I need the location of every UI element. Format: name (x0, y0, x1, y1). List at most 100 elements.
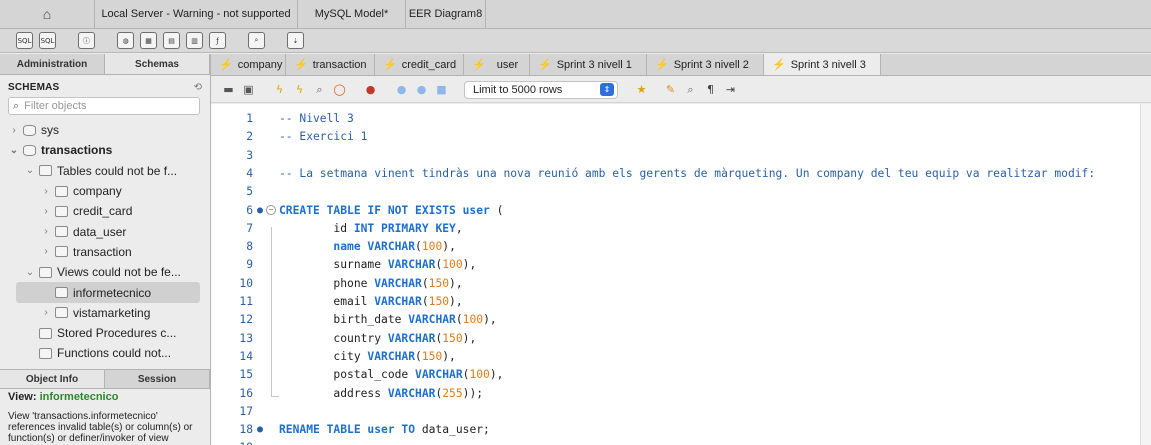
create-table-icon[interactable]: ▦ (140, 32, 157, 49)
lightning-icon: ⚡ (294, 59, 308, 71)
tree-node-views[interactable]: ⌄ Views could not be fe... (0, 262, 210, 282)
chevron-down-icon[interactable]: ⌄ (24, 267, 36, 278)
tree-node-transaction[interactable]: › transaction (0, 242, 210, 262)
create-schema-icon[interactable]: ◍ (117, 32, 134, 49)
chevron-right-icon[interactable]: › (40, 186, 52, 197)
chevron-right-icon[interactable]: › (40, 246, 52, 257)
search-table-data-icon[interactable]: ⌕ (248, 32, 265, 49)
code-line[interactable]: 1 -- Nivell 3 (211, 109, 1140, 128)
doctab-eer-diagram[interactable]: EER Diagram8 (406, 0, 486, 28)
tree-node-credit-card[interactable]: › credit_card (0, 201, 210, 221)
home-tab[interactable]: ⌂ (0, 0, 95, 28)
code-line[interactable]: 15 postal_code VARCHAR(100), (211, 365, 1140, 384)
tree-node-informetecnico[interactable]: informetecnico (16, 282, 200, 303)
code-line[interactable]: 10 phone VARCHAR(150), (211, 274, 1140, 293)
beautify-icon[interactable]: ✎ (663, 82, 678, 97)
object-info-tabs: Object Info Session (0, 369, 210, 389)
code-line[interactable]: 14 city VARCHAR(150), (211, 347, 1140, 366)
chevron-right-icon[interactable]: › (40, 206, 52, 217)
autocommit-icon[interactable]: ■ (434, 82, 449, 97)
tree-node-stored-procedures[interactable]: Stored Procedures c... (0, 323, 210, 343)
query-tab-sprint3-nivell2[interactable]: ⚡ Sprint 3 nivell 2 (647, 54, 764, 75)
toggle-error-stop-icon[interactable]: ● (363, 82, 378, 97)
doctab-mysql-model[interactable]: MySQL Model* (298, 0, 406, 28)
code-line[interactable]: 2 -- Exercici 1 (211, 127, 1140, 146)
editor-scrollbar[interactable] (1140, 104, 1151, 445)
code-text: name VARCHAR(100), (333, 240, 456, 254)
chevron-down-icon[interactable]: ⌄ (8, 145, 20, 156)
tree-node-functions[interactable]: Functions could not... (0, 343, 210, 362)
query-tab-user[interactable]: ⚡ user (464, 54, 530, 75)
create-function-icon[interactable]: ƒ (209, 32, 226, 49)
reconnect-icon[interactable]: ⇣ (287, 32, 304, 49)
query-tab-company[interactable]: ⚡ company (211, 54, 286, 75)
tree-node-vistamarketing[interactable]: › vistamarketing (0, 303, 210, 323)
tab-schemas[interactable]: Schemas (105, 54, 210, 74)
code-line[interactable]: 4 -- La setmana vinent tindràs una nova r… (211, 164, 1140, 183)
code-line[interactable]: 5 (211, 182, 1140, 201)
database-icon (23, 124, 36, 136)
stop-icon[interactable]: ◯ (332, 82, 347, 97)
query-tab-sprint3-nivell1[interactable]: ⚡ Sprint 3 nivell 1 (530, 54, 647, 75)
execute-icon[interactable]: ϟ (272, 82, 287, 97)
query-tab-credit-card[interactable]: ⚡ credit_card (375, 54, 464, 75)
refresh-schemas-icon[interactable]: ⟲ (194, 82, 202, 93)
find-icon[interactable]: ⌕ (683, 82, 698, 97)
tree-node-sys[interactable]: › sys (0, 120, 210, 140)
code-line[interactable]: 3 (211, 146, 1140, 165)
view-label: View: (8, 391, 37, 403)
code-line[interactable]: 19 (211, 438, 1140, 445)
chevron-right-icon[interactable]: › (40, 307, 52, 318)
view-icon (55, 307, 68, 319)
schemas-title: SCHEMAS (8, 81, 60, 93)
code-line[interactable]: 8 name VARCHAR(100), (211, 237, 1140, 256)
code-line[interactable]: 16 address VARCHAR(255)); (211, 384, 1140, 403)
explain-icon[interactable]: ⌕ (312, 82, 327, 97)
open-folder-icon[interactable]: ▬ (221, 82, 236, 97)
chevron-right-icon[interactable]: › (8, 125, 20, 136)
line-number: 12 (239, 313, 253, 327)
doctab-local-server[interactable]: Local Server - Warning - not supported (95, 0, 298, 28)
lightning-icon: ⚡ (383, 59, 397, 71)
chevron-right-icon[interactable]: › (40, 226, 52, 237)
query-tab-transaction[interactable]: ⚡ transaction (286, 54, 375, 75)
tab-object-info[interactable]: Object Info (0, 370, 105, 388)
lightning-icon: ⚡ (655, 59, 669, 71)
tree-node-data-user[interactable]: › data_user (0, 221, 210, 241)
tree-node-company[interactable]: › company (0, 181, 210, 201)
fold-toggle-icon[interactable]: − (266, 204, 276, 215)
filter-objects-input[interactable]: ⌕ Filter objects (8, 97, 200, 115)
chevron-down-icon[interactable]: ⌄ (24, 165, 36, 176)
add-snippet-icon[interactable]: ★ (634, 82, 649, 97)
execute-current-statement-icon[interactable]: ϟ (292, 82, 307, 97)
code-text: -- Nivell 3 (279, 112, 354, 125)
sql-editor[interactable]: 1 -- Nivell 3 2 -- Exercici 1 3 4 -- La setman… (211, 104, 1140, 445)
limit-rows-select[interactable]: Limit to 5000 rows ⇕ (464, 80, 618, 99)
database-icon (23, 144, 36, 156)
tree-node-transactions[interactable]: ⌄ transactions (0, 140, 210, 160)
inspector-icon[interactable]: ⓘ (78, 32, 95, 49)
code-line[interactable]: 7 id INT PRIMARY KEY, (211, 219, 1140, 238)
tree-node-tables[interactable]: ⌄ Tables could not be f... (0, 161, 210, 181)
code-line[interactable]: 17 (211, 402, 1140, 421)
tab-session[interactable]: Session (105, 370, 210, 388)
limit-rows-value: Limit to 5000 rows (473, 83, 563, 96)
create-procedure-icon[interactable]: ▥ (186, 32, 203, 49)
commit-icon[interactable]: ● (394, 82, 409, 97)
rollback-icon[interactable]: ● (414, 82, 429, 97)
create-view-icon[interactable]: ▤ (163, 32, 180, 49)
open-sql-script-icon[interactable]: SQL (39, 32, 56, 49)
code-line[interactable]: 18 ● RENAME TABLE user TO data_user; (211, 420, 1140, 439)
tab-administration[interactable]: Administration (0, 54, 105, 74)
code-line[interactable]: 11 email VARCHAR(150), (211, 292, 1140, 311)
code-line[interactable]: 6 ● − CREATE TABLE IF NOT EXISTS user ( (211, 201, 1140, 220)
code-line[interactable]: 12 birth_date VARCHAR(100), (211, 310, 1140, 329)
code-line[interactable]: 13 country VARCHAR(150), (211, 329, 1140, 348)
word-wrap-icon[interactable]: ⇥ (723, 82, 738, 97)
new-sql-tab-icon[interactable]: SQL (16, 32, 33, 49)
query-tab-sprint3-nivell3[interactable]: ⚡ Sprint 3 nivell 3 (764, 54, 881, 75)
save-icon[interactable]: ▣ (241, 82, 256, 97)
code-line[interactable]: 9 surname VARCHAR(100), (211, 255, 1140, 274)
invisible-chars-icon[interactable]: ¶ (703, 82, 718, 97)
code-text: country VARCHAR(150), (279, 331, 477, 345)
